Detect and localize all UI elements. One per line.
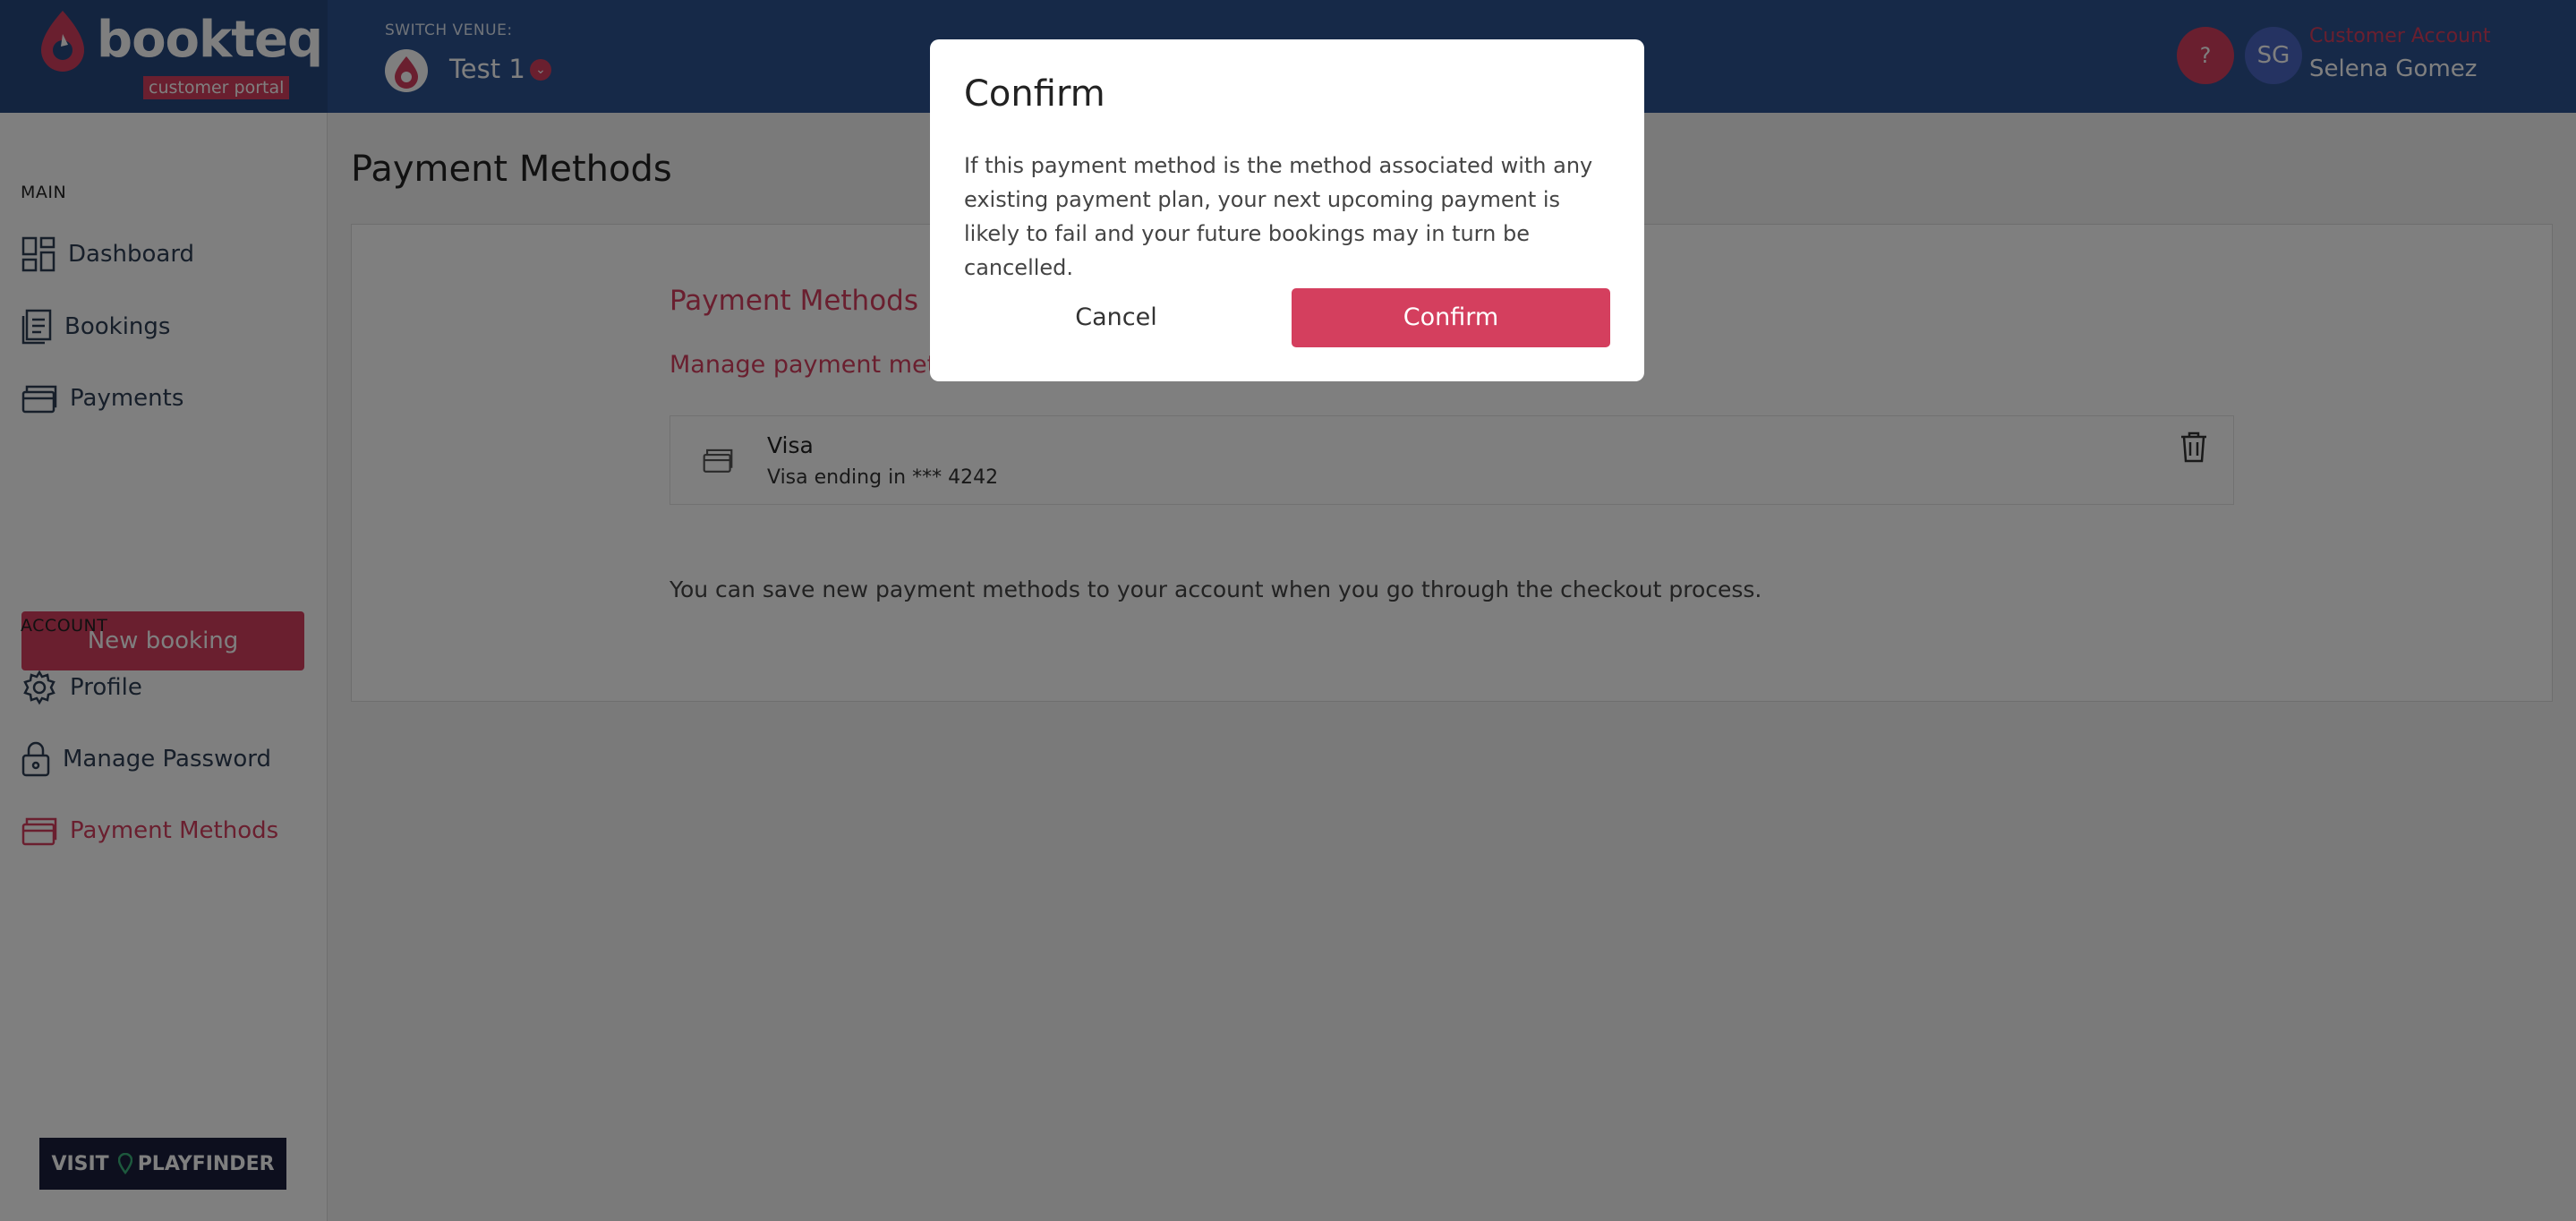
confirm-dialog: Confirm If this payment method is the me… [930, 39, 1644, 381]
dialog-message: If this payment method is the method ass… [964, 153, 1593, 280]
confirm-button[interactable]: Confirm [1292, 288, 1610, 347]
dialog-title: Confirm [964, 73, 1105, 115]
cancel-button[interactable]: Cancel [964, 288, 1268, 347]
